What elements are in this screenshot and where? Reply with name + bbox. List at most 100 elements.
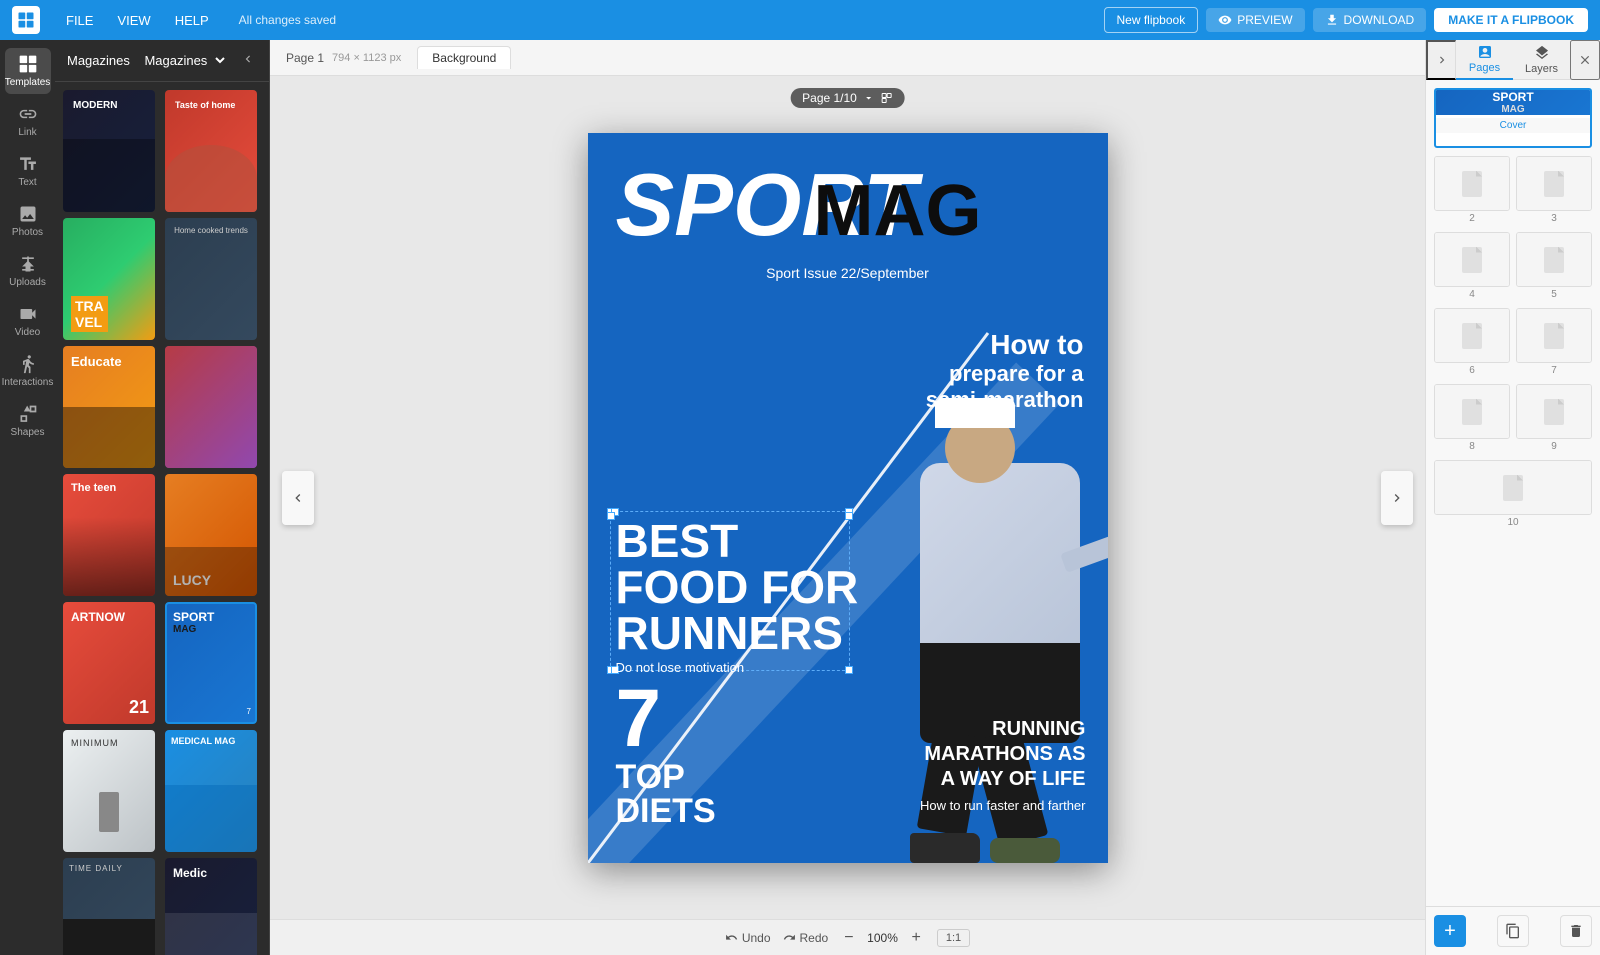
- menu-help[interactable]: HELP: [165, 9, 219, 32]
- sidebar-item-link[interactable]: Link: [5, 98, 51, 144]
- sidebar-templates-label: Templates: [5, 77, 51, 88]
- page-indicator[interactable]: Page 1/10: [790, 88, 905, 108]
- sidebar-item-templates[interactable]: Templates: [5, 48, 51, 94]
- template-thumb-food[interactable]: Home cooked trends: [165, 218, 257, 340]
- save-status: All changes saved: [239, 13, 336, 27]
- topbar-right: New flipbook PREVIEW DOWNLOAD MAKE IT A …: [1104, 7, 1589, 33]
- page-thumb-9[interactable]: [1516, 384, 1592, 439]
- howto-title: How to: [926, 328, 1084, 362]
- download-button[interactable]: DOWNLOAD: [1313, 8, 1427, 32]
- sidebar-item-text[interactable]: Text: [5, 148, 51, 194]
- templates-dropdown[interactable]: Magazines Brochures Newsletters: [140, 52, 228, 69]
- main-layout: Templates Link Text Photos Uploads Video…: [0, 40, 1600, 955]
- template-thumb-travel[interactable]: TRAVEL: [63, 218, 155, 340]
- duplicate-page-button[interactable]: [1497, 915, 1529, 947]
- panel-collapse-button[interactable]: [1426, 40, 1456, 80]
- undo-button[interactable]: Undo: [725, 931, 771, 945]
- page-thumb-6[interactable]: [1434, 308, 1510, 363]
- right-panel-tabs: Pages Layers: [1456, 40, 1570, 80]
- template-thumb-sport[interactable]: SPORT MAG 7: [165, 602, 257, 724]
- new-flipbook-button[interactable]: New flipbook: [1104, 7, 1199, 33]
- magazine-howto: How to prepare for a semi-marathon: [926, 328, 1084, 414]
- doc-icon-6: [1462, 323, 1482, 349]
- template-thumb-minimum[interactable]: MINIMUM: [63, 730, 155, 852]
- howto-sub1: prepare for a: [926, 361, 1084, 387]
- content-area: Page 1 794 × 1123 px Background Page 1/1…: [270, 40, 1425, 955]
- page-pair-item-2: 2: [1434, 156, 1510, 224]
- page-num-4: 4: [1434, 289, 1510, 300]
- page-num-6: 6: [1434, 365, 1510, 376]
- collapse-panel-button[interactable]: [239, 50, 257, 71]
- magazine-subtitle: Sport Issue 22/September: [766, 265, 929, 281]
- logo-icon[interactable]: [12, 6, 40, 34]
- right-panel: Pages Layers SPORT MAG: [1425, 40, 1600, 955]
- tab-layers[interactable]: Layers: [1513, 40, 1570, 80]
- nav-arrow-left[interactable]: [282, 471, 314, 525]
- sidebar-video-label: Video: [15, 327, 40, 338]
- bestfood-line3: RUNNERS: [616, 610, 859, 656]
- template-thumb-artnow[interactable]: ARTNOW 21: [63, 602, 155, 724]
- tab-pages[interactable]: Pages: [1456, 40, 1513, 80]
- running-title: RUNNINGMARATHONS ASA WAY OF LIFE: [920, 717, 1085, 792]
- template-thumb-educate[interactable]: Educate: [63, 346, 155, 468]
- template-thumb-modern[interactable]: MODERN: [63, 90, 155, 212]
- panel-close-button[interactable]: [1570, 40, 1600, 80]
- page-pair-item-10: 10: [1434, 460, 1592, 528]
- magazine-running: RUNNINGMARATHONS ASA WAY OF LIFE How to …: [920, 717, 1085, 813]
- templates-header: Magazines Magazines Brochures Newsletter…: [55, 40, 269, 82]
- sidebar-item-interactions[interactable]: Interactions: [5, 348, 51, 394]
- sidebar-item-shapes[interactable]: Shapes: [5, 398, 51, 444]
- page-item-cover: SPORT MAG Cover: [1434, 88, 1592, 148]
- tab-layers-label: Layers: [1525, 63, 1558, 75]
- page-num-10: 10: [1434, 517, 1592, 528]
- delete-page-button[interactable]: [1560, 915, 1592, 947]
- menu-file[interactable]: FILE: [56, 9, 103, 32]
- redo-button[interactable]: Redo: [783, 931, 829, 945]
- sidebar-item-uploads[interactable]: Uploads: [5, 248, 51, 294]
- tab-pages-label: Pages: [1469, 62, 1500, 74]
- template-thumb-teen[interactable]: The teen: [63, 474, 155, 596]
- add-page-button[interactable]: +: [1434, 915, 1466, 947]
- template-thumb-lucy[interactable]: LUCY: [165, 474, 257, 596]
- make-flipbook-button[interactable]: MAKE IT A FLIPBOOK: [1434, 8, 1588, 32]
- page-pair-item-3: 3: [1516, 156, 1592, 224]
- nav-arrow-right[interactable]: [1381, 471, 1413, 525]
- templates-panel: Magazines Magazines Brochures Newsletter…: [55, 40, 270, 955]
- ratio-button[interactable]: 1:1: [937, 929, 970, 947]
- page-thumb-7[interactable]: [1516, 308, 1592, 363]
- seven-label: 7: [616, 678, 716, 760]
- menu-view[interactable]: VIEW: [107, 9, 160, 32]
- template-thumb-time[interactable]: TIME DAILY: [63, 858, 155, 955]
- zoom-out-button[interactable]: −: [840, 929, 857, 947]
- magazine-bestfood: BEST FOOD FOR RUNNERS Do not lose motiva…: [616, 518, 859, 675]
- page-thumb-10[interactable]: [1434, 460, 1592, 515]
- breadcrumb-bar: Page 1 794 × 1123 px Background: [270, 40, 1425, 76]
- sidebar-item-video[interactable]: Video: [5, 298, 51, 344]
- sidebar-item-photos[interactable]: Photos: [5, 198, 51, 244]
- template-thumb-taste[interactable]: Taste of home: [165, 90, 257, 212]
- template-thumb-fashion[interactable]: [165, 346, 257, 468]
- doc-icon-2: [1462, 171, 1482, 197]
- preview-button[interactable]: PREVIEW: [1206, 8, 1304, 32]
- magazine-canvas: SPORT MAG Sport Issue 22/September How t…: [588, 133, 1108, 863]
- sidebar-photos-label: Photos: [12, 227, 43, 238]
- page-thumb-4[interactable]: [1434, 232, 1510, 287]
- page-thumb-cover[interactable]: SPORT MAG Cover: [1434, 88, 1592, 148]
- zoom-controls: − 100% +: [840, 929, 925, 947]
- doc-icon-8: [1462, 399, 1482, 425]
- template-thumb-medical[interactable]: MEDICAL MAG: [165, 730, 257, 852]
- page-thumb-8[interactable]: [1434, 384, 1510, 439]
- page-thumb-2[interactable]: [1434, 156, 1510, 211]
- breadcrumb-dimensions: 794 × 1123 px: [332, 52, 401, 64]
- template-thumb-medic[interactable]: Medic: [165, 858, 257, 955]
- left-sidebar: Templates Link Text Photos Uploads Video…: [0, 40, 55, 955]
- breadcrumb-page: Page 1: [286, 51, 324, 65]
- zoom-in-button[interactable]: +: [908, 929, 925, 947]
- page-thumb-3[interactable]: [1516, 156, 1592, 211]
- preview-label: PREVIEW: [1237, 13, 1292, 27]
- page-pair-23: 2 3: [1434, 156, 1592, 224]
- breadcrumb-tab-background[interactable]: Background: [417, 46, 511, 69]
- page-thumb-5[interactable]: [1516, 232, 1592, 287]
- sidebar-link-label: Link: [18, 127, 36, 138]
- sidebar-text-label: Text: [18, 177, 36, 188]
